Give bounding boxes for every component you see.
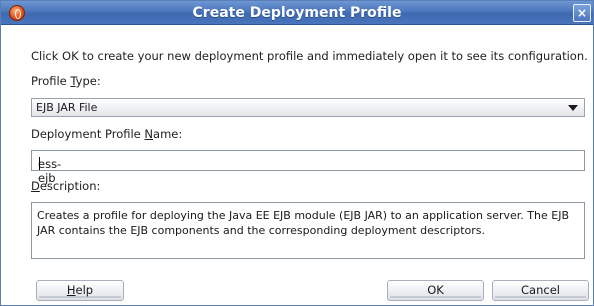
profile-type-label: Profile Type: bbox=[31, 74, 101, 88]
label-text: ame: bbox=[153, 127, 183, 141]
button-label: Cancel bbox=[521, 283, 560, 297]
label-text: Profile bbox=[31, 74, 71, 88]
profile-type-select[interactable]: EJB JAR File bbox=[31, 98, 585, 117]
create-deployment-profile-dialog: Create Deployment Profile × Click OK to … bbox=[0, 0, 594, 306]
description-label: Description: bbox=[31, 179, 100, 193]
help-button[interactable]: Help bbox=[36, 280, 124, 301]
mnemonic-char: D bbox=[31, 179, 40, 193]
profile-name-label: Deployment Profile Name: bbox=[31, 127, 182, 141]
profile-name-input[interactable]: ess-ejb bbox=[31, 150, 585, 185]
button-label: elp bbox=[75, 283, 94, 297]
text-caret bbox=[39, 157, 40, 170]
title-bar[interactable]: Create Deployment Profile × bbox=[1, 1, 593, 25]
close-button[interactable]: × bbox=[573, 4, 591, 22]
button-label: OK bbox=[427, 283, 444, 297]
mnemonic-char: H bbox=[66, 283, 76, 297]
mnemonic-char: N bbox=[144, 127, 154, 141]
ok-button[interactable]: OK bbox=[387, 280, 484, 301]
dialog-title: Create Deployment Profile bbox=[192, 5, 402, 21]
profile-type-value: EJB JAR File bbox=[36, 101, 98, 114]
label-text: Deployment Profile bbox=[31, 127, 145, 141]
instruction-text: Click OK to create your new deployment p… bbox=[31, 49, 588, 63]
cancel-button[interactable]: Cancel bbox=[492, 280, 589, 301]
label-text: escription: bbox=[39, 179, 101, 193]
chevron-down-icon[interactable] bbox=[568, 105, 578, 111]
label-text: ype: bbox=[75, 74, 101, 88]
description-text-area[interactable]: Creates a profile for deploying the Java… bbox=[31, 202, 585, 259]
